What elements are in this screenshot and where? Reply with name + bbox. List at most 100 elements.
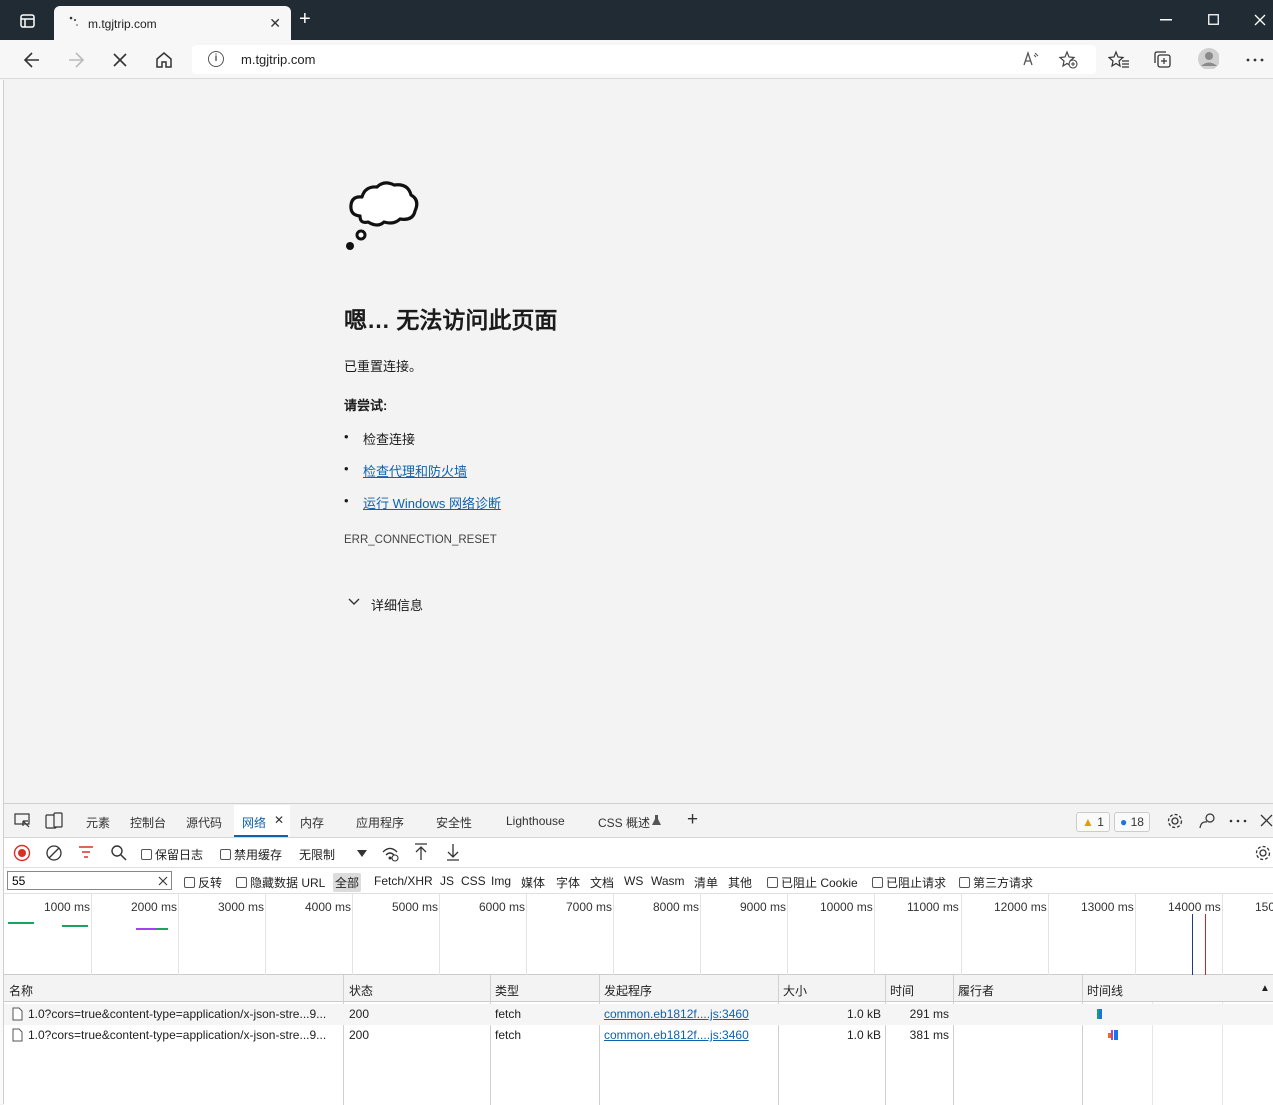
request-initiator-link[interactable]: common.eb1812f....js:3460 [604,1028,749,1042]
address-url[interactable]: m.tgjtrip.com [241,52,315,67]
hide-data-urls-checkbox[interactable]: 隐藏数据 URL [236,874,325,891]
network-overview-timeline[interactable]: 1000 ms 2000 ms 3000 ms 4000 ms 5000 ms … [4,894,1273,975]
third-party-checkbox[interactable]: 第三方请求 [959,874,1033,891]
tab-sources[interactable]: 源代码 [186,814,222,831]
maximize-icon[interactable] [1208,14,1219,25]
close-devtools-icon[interactable] [1260,814,1273,827]
filter-type-img[interactable]: Img [491,874,511,888]
request-name[interactable]: 1.0?cors=true&content-type=application/x… [28,1007,340,1021]
clear-icon[interactable] [45,844,63,862]
tab-close-button[interactable]: ✕ [269,15,281,32]
tab-elements[interactable]: 元素 [86,814,110,831]
record-stop-icon[interactable] [13,844,31,862]
browser-tab[interactable]: m.tgjtrip.com ✕ [54,6,291,40]
disable-cache-checkbox[interactable]: 禁用缓存 [220,846,282,863]
filter-type-fetch-xhr[interactable]: Fetch/XHR [374,874,433,888]
tab-actions-icon[interactable] [20,14,35,28]
column-name[interactable]: 名称 [9,982,33,999]
collections-icon[interactable] [1152,49,1174,71]
back-icon[interactable] [21,49,43,71]
table-row[interactable]: 1.0?cors=true&content-type=application/x… [4,1025,1273,1046]
add-favorite-icon[interactable] [1058,50,1078,69]
filter-input[interactable] [7,871,172,890]
filter-type-doc[interactable]: 文档 [590,874,614,891]
checkbox-box[interactable] [141,849,152,860]
devtools-more-icon[interactable] [1229,819,1247,823]
column-waterfall[interactable]: 时间线 [1087,982,1123,999]
checkbox-box[interactable] [872,877,883,888]
request-initiator-link[interactable]: common.eb1812f....js:3460 [604,1007,749,1021]
filter-type-media[interactable]: 媒体 [521,874,545,891]
tab-console[interactable]: 控制台 [130,814,166,831]
network-tab-close-button[interactable]: ✕ [274,813,284,827]
check-proxy-link[interactable]: 检查代理和防火墙 [363,464,467,479]
tab-network[interactable]: 网络 [242,814,266,831]
tab-css-overview[interactable]: CSS 概述 [598,814,650,831]
close-window-icon[interactable] [1254,14,1266,26]
forward-icon[interactable] [65,49,87,71]
waterfall-bar [1099,1009,1102,1019]
more-tabs-button[interactable]: + [687,809,698,831]
request-type: fetch [495,1028,522,1042]
address-bar[interactable]: i m.tgjtrip.com [192,45,1096,74]
column-fulfilled-by[interactable]: 履行者 [958,982,994,999]
stop-loading-icon[interactable] [109,49,131,71]
filter-type-js[interactable]: JS [440,874,454,888]
column-status[interactable]: 状态 [349,982,373,999]
profile-avatar-icon[interactable] [1197,47,1219,69]
site-info-icon[interactable]: i [208,51,224,67]
minimize-icon[interactable] [1160,19,1172,21]
tab-security[interactable]: 安全性 [436,814,472,831]
overview-gridline [1048,894,1049,975]
feedback-icon[interactable] [1198,812,1216,830]
checkbox-box[interactable] [236,877,247,888]
tab-application[interactable]: 应用程序 [356,814,404,831]
messages-badge[interactable]: ● 18 [1114,812,1150,832]
favorites-icon[interactable] [1108,49,1130,71]
filter-type-font[interactable]: 字体 [556,874,580,891]
column-size[interactable]: 大小 [783,982,807,999]
checkbox-box[interactable] [767,877,778,888]
device-emulation-icon[interactable] [45,812,63,830]
column-type[interactable]: 类型 [495,982,519,999]
throttling-select[interactable]: 无限制 [299,846,335,863]
preserve-log-checkbox[interactable]: 保留日志 [141,846,203,863]
filter-type-css[interactable]: CSS [461,874,486,888]
read-aloud-icon[interactable] [1022,51,1040,67]
checkbox-box[interactable] [184,877,195,888]
inspect-element-icon[interactable] [14,813,32,829]
network-conditions-icon[interactable] [381,844,399,862]
tab-lighthouse[interactable]: Lighthouse [506,814,565,828]
overview-tick: 150 [1255,900,1273,914]
filter-type-manifest[interactable]: 清单 [694,874,718,891]
table-row[interactable]: 1.0?cors=true&content-type=application/x… [4,1004,1273,1025]
blocked-cookies-checkbox[interactable]: 已阻止 Cookie [767,874,858,891]
checkbox-box[interactable] [220,849,231,860]
filter-type-ws[interactable]: WS [624,874,643,888]
filter-type-wasm[interactable]: Wasm [651,874,685,888]
warnings-badge[interactable]: ▲ 1 [1076,812,1110,832]
checkbox-box[interactable] [959,877,970,888]
filter-icon[interactable] [78,845,94,859]
overview-request-bar [136,928,156,930]
blocked-requests-checkbox[interactable]: 已阻止请求 [872,874,946,891]
network-settings-gear-icon[interactable] [1254,844,1272,862]
invert-checkbox[interactable]: 反转 [184,874,222,891]
column-initiator[interactable]: 发起程序 [604,982,652,999]
more-menu-icon[interactable] [1245,49,1267,71]
warnings-count: 1 [1097,815,1104,829]
dropdown-arrow-icon[interactable] [357,850,367,857]
network-diagnostics-link[interactable]: 运行 Windows 网络诊断 [363,496,501,511]
settings-gear-icon[interactable] [1166,812,1184,830]
home-icon[interactable] [153,49,175,71]
request-name[interactable]: 1.0?cors=true&content-type=application/x… [28,1028,340,1042]
filter-type-all[interactable]: 全部 [333,873,362,892]
new-tab-button[interactable]: + [299,9,311,29]
export-har-icon[interactable] [446,843,460,861]
filter-type-other[interactable]: 其他 [728,874,752,891]
import-har-icon[interactable] [414,843,428,861]
tab-memory[interactable]: 内存 [300,814,324,831]
clear-filter-icon[interactable] [158,876,168,886]
search-icon[interactable] [110,844,127,861]
column-time[interactable]: 时间 [890,982,914,999]
